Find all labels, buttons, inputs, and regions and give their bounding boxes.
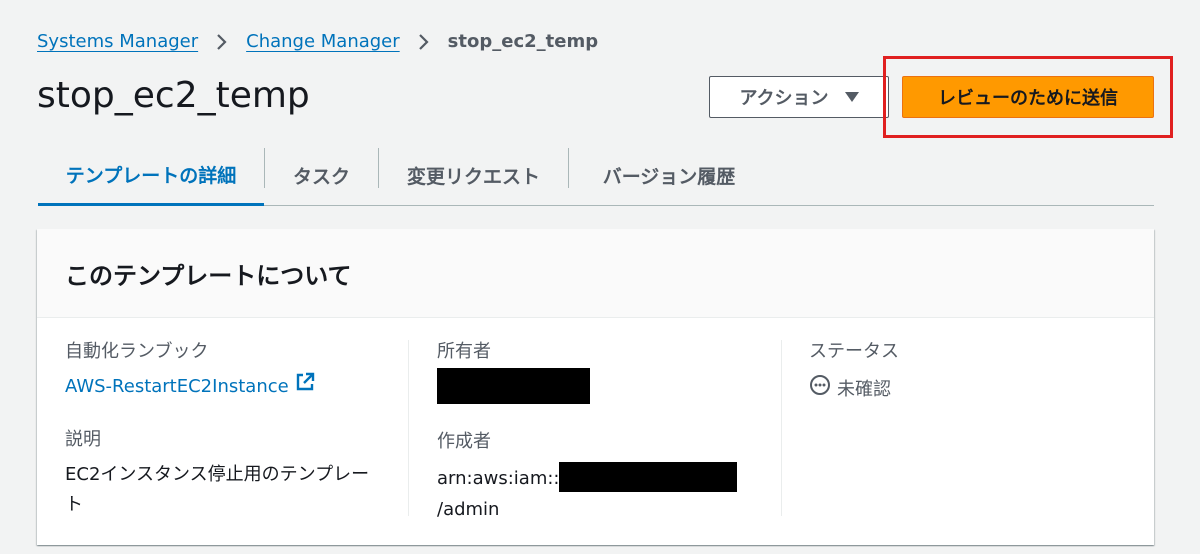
- template-info-card: このテンプレートについて 自動化ランブック AWS-RestartEC2Inst…: [37, 229, 1154, 545]
- creator-redacted: [559, 462, 738, 492]
- page-title: stop_ec2_temp: [37, 75, 310, 116]
- creator-label: 作成者: [437, 431, 491, 452]
- chevron-right-icon: [212, 32, 232, 52]
- column-divider: [781, 340, 782, 516]
- column-status: ステータス 未確認: [809, 340, 1109, 401]
- submit-for-review-button[interactable]: レビューのために送信: [902, 76, 1154, 118]
- description-label: 説明: [65, 429, 101, 450]
- tab-template-details[interactable]: テンプレートの詳細: [38, 145, 264, 206]
- runbook-value: AWS-RestartEC2Instance: [65, 376, 289, 397]
- column-owner: 所有者 作成者 arn:aws:iam::/admin: [437, 340, 767, 525]
- owner-label: 所有者: [437, 341, 491, 362]
- card-header: このテンプレートについて: [37, 229, 1154, 318]
- column-divider: [408, 340, 409, 516]
- status-label: ステータス: [809, 341, 899, 362]
- tab-version-history[interactable]: バージョン履歴: [569, 145, 769, 205]
- owner-redacted-value: [437, 368, 590, 404]
- tab-tasks[interactable]: タスク: [265, 145, 378, 205]
- status-value: 未確認: [837, 378, 891, 400]
- breadcrumb: Systems Manager Change Manager stop_ec2_…: [37, 31, 598, 52]
- submit-label: レビューのために送信: [938, 88, 1118, 109]
- column-runbook: 自動化ランブック AWS-RestartEC2Instance 説明 EC2イン…: [65, 340, 395, 520]
- actions-label: アクション: [739, 88, 829, 109]
- creator-prefix: arn:aws:iam::: [437, 468, 560, 489]
- external-link-icon: [295, 372, 315, 402]
- tab-change-requests[interactable]: 変更リクエスト: [379, 145, 568, 205]
- status-indicator: 未確認: [809, 374, 1109, 401]
- breadcrumb-current: stop_ec2_temp: [447, 31, 599, 52]
- runbook-link[interactable]: AWS-RestartEC2Instance: [65, 372, 395, 402]
- breadcrumb-systems-manager[interactable]: Systems Manager: [37, 31, 198, 52]
- creator-value: arn:aws:iam::/admin: [437, 462, 747, 525]
- tab-bar: テンプレートの詳細 タスク 変更リクエスト バージョン履歴: [38, 145, 1154, 206]
- chevron-right-icon: [414, 32, 434, 52]
- card-title: このテンプレートについて: [65, 261, 352, 290]
- actions-dropdown-button[interactable]: アクション: [709, 76, 889, 118]
- creator-suffix: /admin: [437, 499, 500, 520]
- runbook-label: 自動化ランブック: [65, 341, 209, 362]
- status-pending-icon: [809, 374, 831, 401]
- breadcrumb-change-manager[interactable]: Change Manager: [246, 31, 400, 52]
- caret-down-icon: [844, 92, 859, 102]
- description-value: EC2インスタンス停止用のテンプレート: [65, 464, 370, 515]
